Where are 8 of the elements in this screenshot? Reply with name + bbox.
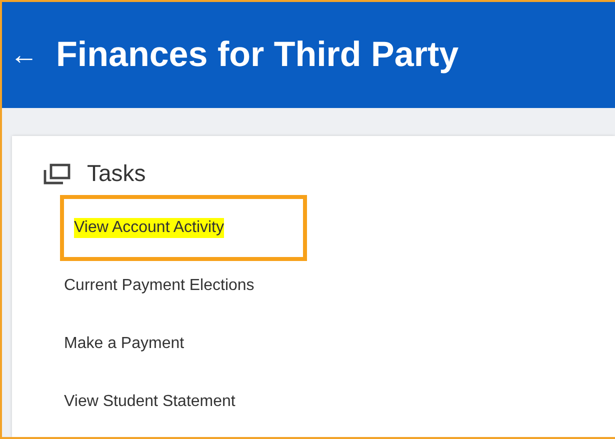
- task-link[interactable]: View Account Activity: [74, 218, 224, 238]
- section-title: Tasks: [87, 160, 146, 187]
- task-link[interactable]: View Student Statement: [64, 392, 236, 412]
- back-button[interactable]: ←: [10, 41, 38, 69]
- windows-icon: [43, 162, 71, 184]
- task-link[interactable]: Make a Payment: [64, 334, 184, 354]
- page-title: Finances for Third Party: [56, 35, 459, 75]
- task-link[interactable]: Current Payment Elections: [64, 276, 254, 296]
